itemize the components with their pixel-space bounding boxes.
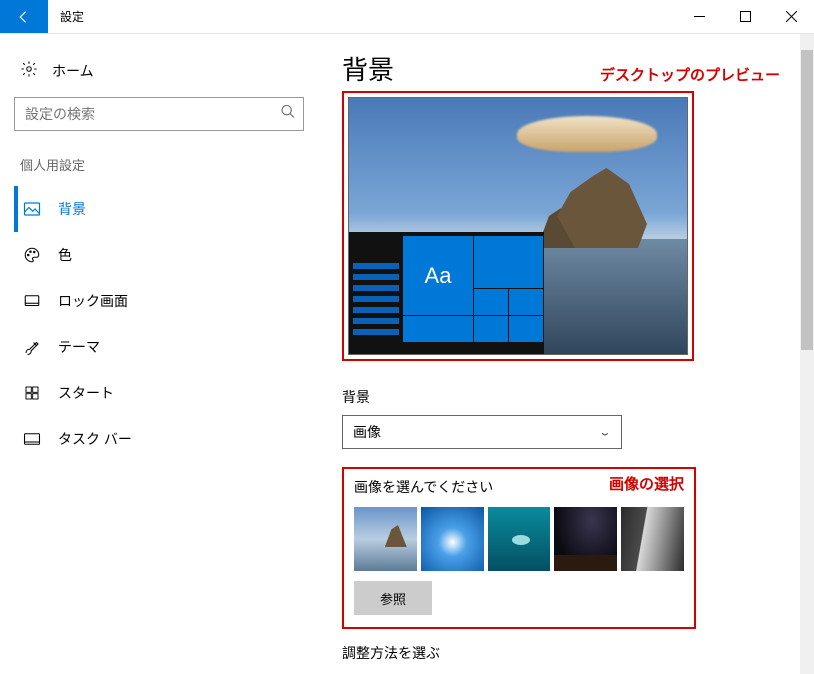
desktop-preview: Aa: [348, 97, 688, 355]
picture-icon: [22, 200, 42, 218]
nav-home-label: ホーム: [52, 61, 94, 81]
picture-thumb-3[interactable]: [488, 507, 551, 571]
search-box[interactable]: [14, 97, 304, 131]
palette-icon: [22, 246, 42, 264]
search-icon: [280, 104, 296, 125]
background-dropdown[interactable]: 画像 ⌄: [342, 415, 622, 449]
nav-item-taskbar[interactable]: タスク バー: [14, 416, 304, 462]
nav-item-start[interactable]: スタート: [14, 370, 304, 416]
annotation-preview-box: Aa: [342, 91, 694, 361]
preview-accent-tile: Aa: [403, 236, 473, 315]
fit-label: 調整方法を選ぶ: [342, 643, 790, 663]
nav-item-label: スタート: [58, 383, 114, 403]
minimize-button[interactable]: [676, 0, 722, 33]
nav-item-colors[interactable]: 色: [14, 232, 304, 278]
picture-thumb-1[interactable]: [354, 507, 417, 571]
nav-item-label: 背景: [58, 199, 86, 219]
lockscreen-icon: [22, 292, 42, 310]
background-field-label: 背景: [342, 387, 790, 407]
app-title: 設定: [48, 0, 676, 33]
nav-item-themes[interactable]: テーマ: [14, 324, 304, 370]
nav-item-background[interactable]: 背景: [14, 186, 304, 232]
nav-item-label: テーマ: [58, 337, 100, 357]
nav-item-label: ロック画面: [58, 291, 128, 311]
close-button[interactable]: [768, 0, 814, 33]
page-title: 背景: [342, 50, 394, 87]
annotation-preview: デスクトップのプレビュー: [600, 64, 780, 85]
picture-thumb-4[interactable]: [554, 507, 617, 571]
annotation-pick-box: 画像を選んでください 画像の選択 参照: [342, 467, 696, 629]
scrollbar-thumb[interactable]: [801, 50, 813, 350]
gear-icon: [20, 60, 38, 81]
maximize-button[interactable]: [722, 0, 768, 33]
back-button[interactable]: [0, 0, 48, 33]
nav-item-label: タスク バー: [58, 429, 132, 449]
nav-item-label: 色: [58, 245, 72, 265]
nav-item-lockscreen[interactable]: ロック画面: [14, 278, 304, 324]
background-dropdown-value: 画像: [353, 422, 381, 442]
browse-button-label: 参照: [380, 589, 406, 608]
picture-thumb-5[interactable]: [621, 507, 684, 571]
nav-home[interactable]: ホーム: [14, 54, 304, 97]
section-label: 個人用設定: [14, 155, 304, 180]
browse-button[interactable]: 参照: [354, 581, 432, 615]
annotation-pick: 画像の選択: [609, 473, 684, 494]
scrollbar[interactable]: [800, 34, 814, 674]
taskbar-icon: [22, 430, 42, 448]
picture-thumb-2[interactable]: [421, 507, 484, 571]
search-input[interactable]: [14, 97, 304, 131]
start-icon: [22, 385, 42, 401]
choose-picture-label: 画像を選んでください: [354, 477, 493, 497]
brush-icon: [22, 338, 42, 356]
chevron-down-icon: ⌄: [599, 426, 612, 438]
